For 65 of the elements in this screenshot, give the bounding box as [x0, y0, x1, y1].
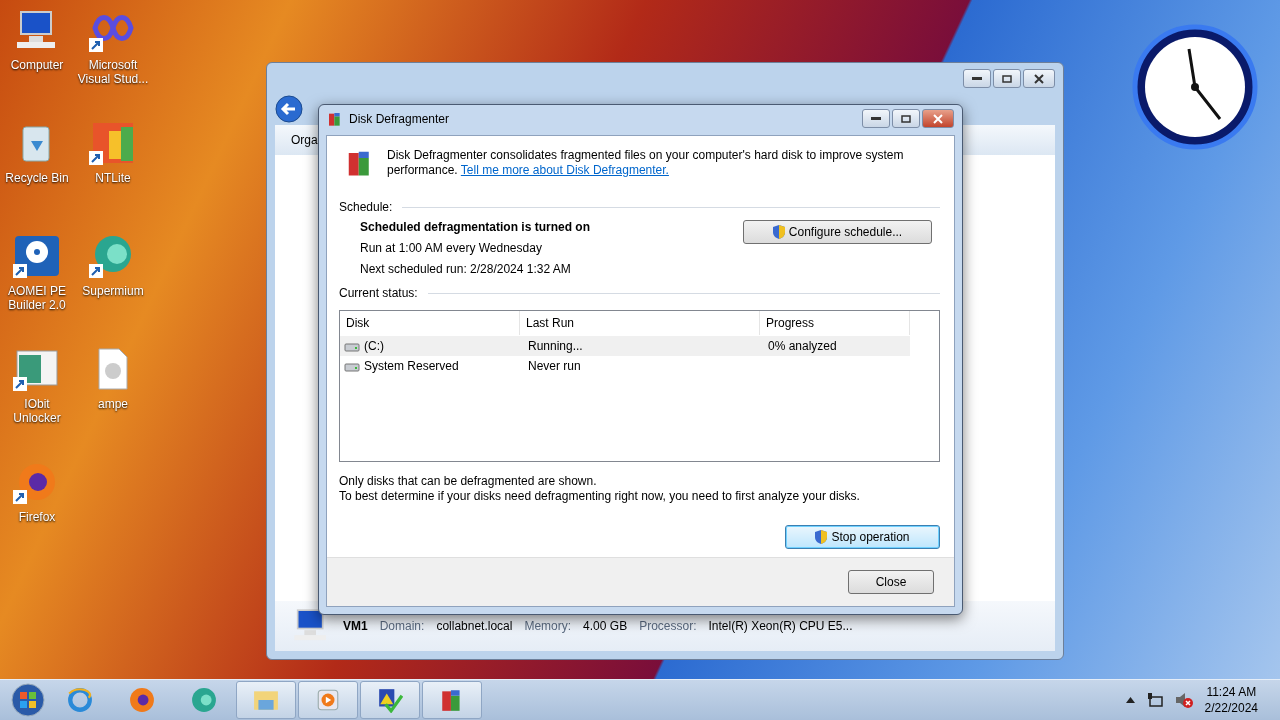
taskbar-button[interactable]: [360, 681, 420, 719]
network-icon[interactable]: [1146, 692, 1163, 708]
taskbar-button[interactable]: [422, 681, 482, 719]
computer-name: VM1: [343, 619, 368, 633]
maximize-icon: [901, 114, 911, 123]
organize-menu[interactable]: Orga: [291, 133, 318, 147]
shield-icon: [772, 225, 785, 239]
close-dialog-button[interactable]: Close: [848, 570, 934, 594]
last-run-text: Never run: [528, 359, 581, 373]
minimize-icon: [871, 117, 881, 120]
caret-up-icon[interactable]: [1125, 697, 1135, 703]
column-header[interactable]: Disk: [340, 311, 520, 335]
last-run-text: Running...: [528, 339, 583, 353]
note-text: Only disks that can be defragmented are shown.: [339, 474, 598, 488]
minimize-icon: [972, 77, 982, 80]
defragmenter-icon: [327, 111, 343, 127]
maximize-icon: [1002, 74, 1012, 83]
orb-logo-icon[interactable]: [95, 236, 131, 272]
progress-text: 0% analyzed: [768, 339, 837, 353]
file-icon[interactable]: [98, 348, 128, 390]
computer-icon[interactable]: [17, 11, 55, 48]
close-icon: [1034, 73, 1044, 84]
desktop-icon-label[interactable]: Recycle Bin: [5, 171, 69, 185]
close-icon: [933, 113, 943, 124]
minimize-button[interactable]: [862, 109, 890, 128]
section-heading: Schedule:: [339, 200, 393, 214]
infinity-logo-icon[interactable]: [92, 15, 134, 41]
detail-label: Processor:: [639, 619, 697, 633]
column-header[interactable]: Last Run: [520, 311, 760, 335]
detail-value: collabnet.local: [436, 619, 513, 633]
next-run-text: Next scheduled run: 2/28/2024 1:32 AM: [360, 262, 572, 276]
minimize-button[interactable]: [963, 69, 991, 88]
media-icon: [315, 687, 341, 713]
configure-schedule-button[interactable]: Configure schedule...: [743, 220, 932, 244]
detail-label: Domain:: [379, 619, 425, 633]
disk-name: System Reserved: [364, 359, 459, 373]
detail-value: 4.00 GB: [583, 619, 628, 633]
desktop-icon-label[interactable]: Microsoft Visual Stud...: [75, 58, 151, 86]
note-text: To best determine if your disks need defragmenting right now, you need to first analyze your disks.: [339, 489, 861, 503]
close-button[interactable]: [922, 109, 954, 128]
speaker-muted-icon[interactable]: [1174, 692, 1193, 708]
disk-name: (C:): [364, 339, 384, 353]
start-button[interactable]: [8, 682, 48, 718]
tiles-logo-icon[interactable]: [93, 123, 133, 163]
disk-row[interactable]: System Reserved Never run: [340, 356, 910, 376]
detail-value: Intel(R) Xeon(R) CPU E5...: [708, 619, 853, 633]
close-button[interactable]: [1023, 69, 1055, 88]
column-header[interactable]: Progress: [760, 311, 910, 335]
window-icon[interactable]: [16, 350, 58, 386]
schedule-run-time: Run at 1:00 AM every Wednesday: [360, 241, 543, 255]
stop-operation-button[interactable]: Stop operation: [785, 525, 940, 549]
tray-clock[interactable]: 11:24 AM 2/22/2024: [1204, 684, 1258, 716]
drive-icon: [344, 360, 360, 372]
intro-text: Disk Defragmenter consolidates fragmented files on your computer's hard disk to improve system performance. Tell me more about Disk Defragmenter.: [387, 148, 905, 178]
orb-icon: [191, 687, 217, 713]
window-title: Disk Defragmenter: [349, 112, 450, 126]
detail-label: Memory:: [524, 619, 572, 633]
drive-icon: [344, 340, 360, 352]
section-heading: Current status:: [339, 286, 418, 300]
help-link[interactable]: Tell me more about Disk Defragmenter.: [460, 163, 669, 177]
schedule-status: Scheduled defragmentation is turned on: [360, 220, 592, 234]
maximize-button[interactable]: [993, 69, 1021, 88]
disk-row[interactable]: (C:) Running... 0% analyzed: [340, 336, 910, 356]
desktop-icon-label[interactable]: Computer: [10, 58, 64, 72]
maximize-button[interactable]: [892, 109, 920, 128]
